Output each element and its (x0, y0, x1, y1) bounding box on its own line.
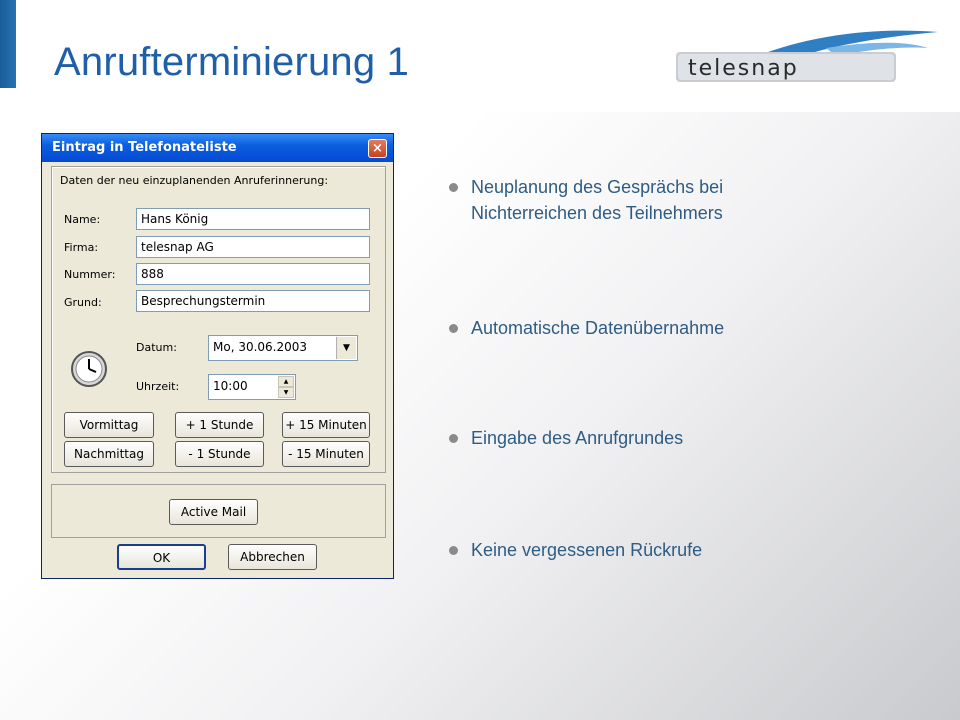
plus-1-stunde-button[interactable]: + 1 Stunde (175, 412, 264, 438)
dialog-title: Eintrag in Telefonateliste (52, 140, 237, 155)
bullet-text: Eingabe des Anrufgrundes (471, 428, 684, 448)
clock-icon (71, 351, 107, 387)
bullet-dot-icon (449, 546, 458, 555)
nachmittag-button[interactable]: Nachmittag (64, 441, 154, 467)
ok-button[interactable]: OK (117, 544, 206, 570)
svg-text:telesnap: telesnap (688, 56, 799, 81)
uhrzeit-spinner[interactable]: 10:00 ▲ ▼ (208, 374, 296, 400)
name-field[interactable]: Hans König (136, 208, 370, 230)
telefonateliste-dialog: Eintrag in Telefonateliste × Daten der n… (41, 133, 394, 579)
bullet-text: Keine vergessenen Rückrufe (471, 540, 703, 560)
datum-combo[interactable]: Mo, 30.06.2003 ▼ (208, 335, 358, 361)
datum-label: Datum: (136, 341, 177, 354)
datum-value: Mo, 30.06.2003 (213, 340, 308, 354)
firma-label: Firma: (64, 241, 99, 254)
grund-label: Grund: (64, 296, 102, 309)
abbrechen-button[interactable]: Abbrechen (228, 544, 317, 570)
spin-down-icon[interactable]: ▼ (278, 387, 294, 398)
minus-1-stunde-button[interactable]: - 1 Stunde (175, 441, 264, 467)
dialog-titlebar[interactable]: Eintrag in Telefonateliste × (42, 134, 393, 162)
grund-field[interactable]: Besprechungstermin (136, 290, 370, 312)
chevron-down-icon[interactable]: ▼ (336, 337, 356, 359)
firma-field[interactable]: telesnap AG (136, 236, 370, 258)
vormittag-button[interactable]: Vormittag (64, 412, 154, 438)
uhrzeit-label: Uhrzeit: (136, 380, 180, 393)
active-mail-button[interactable]: Active Mail (169, 499, 258, 525)
name-label: Name: (64, 213, 101, 226)
nummer-label: Nummer: (64, 268, 116, 281)
bullet-text: Automatische Datenübernahme (471, 318, 725, 338)
bullet-dot-icon (449, 434, 458, 443)
spin-up-icon[interactable]: ▲ (278, 376, 294, 387)
uhrzeit-value: 10:00 (213, 379, 248, 393)
slide-title: Anrufterminierung 1 (54, 40, 410, 84)
bullet-dot-icon (449, 324, 458, 333)
bullet-dot-icon (449, 183, 458, 192)
telesnap-logo: telesnap (676, 30, 938, 82)
close-icon[interactable]: × (368, 139, 387, 158)
plus-15-minuten-button[interactable]: + 15 Minuten (282, 412, 370, 438)
nummer-field[interactable]: 888 (136, 263, 370, 285)
bullet-text: Neuplanung des Gesprächs bei Nichterreic… (471, 177, 724, 223)
minus-15-minuten-button[interactable]: - 15 Minuten (282, 441, 370, 467)
group-caption: Daten der neu einzuplanenden Anruferinne… (60, 174, 329, 187)
